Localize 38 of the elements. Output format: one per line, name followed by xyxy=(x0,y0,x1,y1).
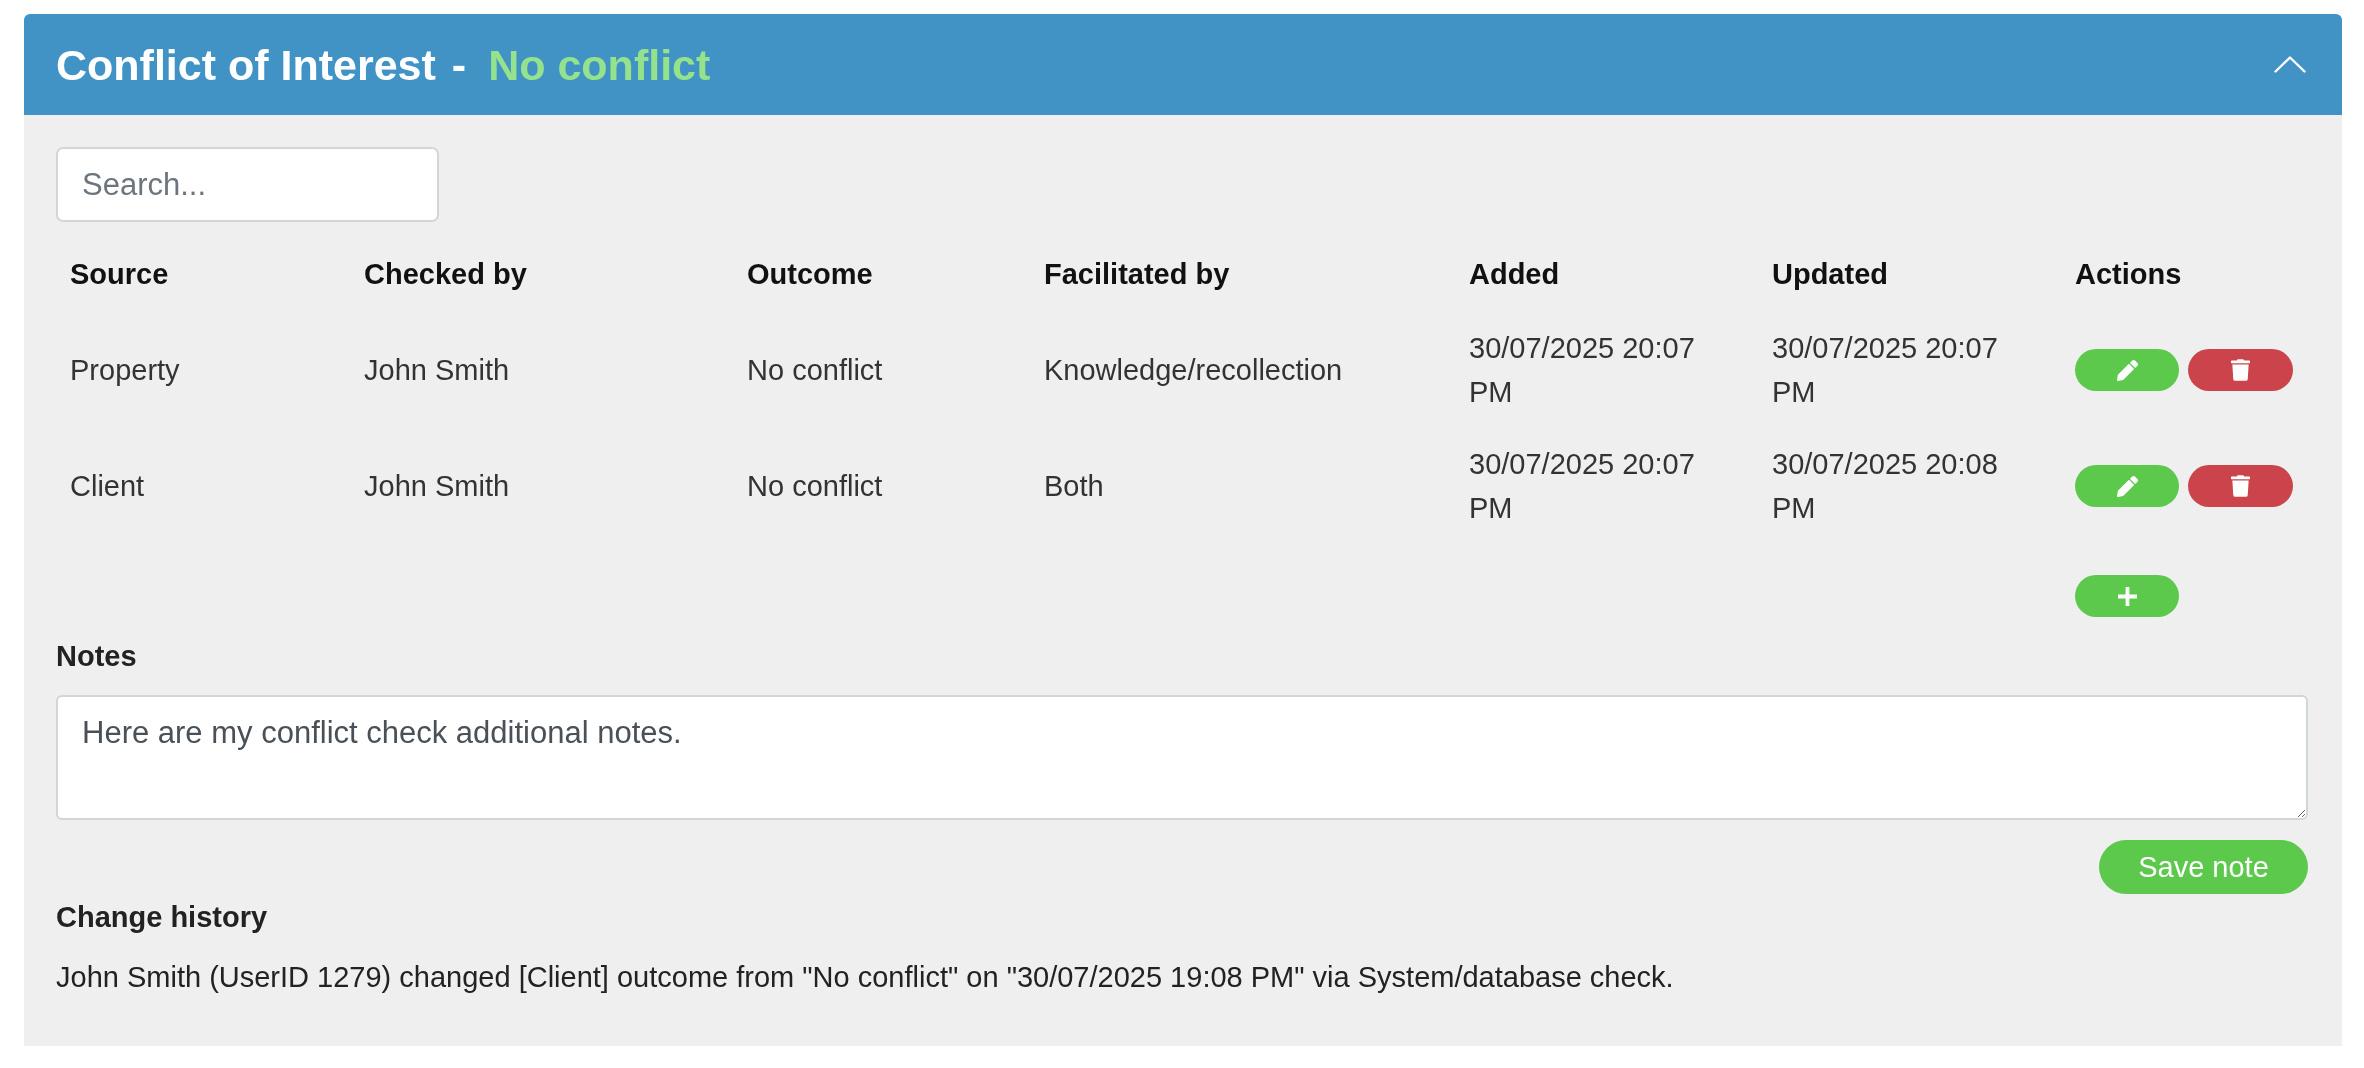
table-cell-text: Both xyxy=(1043,469,1105,504)
pencil-icon xyxy=(2116,359,2138,381)
table-cell-text: 30/07/2025 20:07 PM xyxy=(1468,331,1696,410)
column-header: Checked by xyxy=(363,257,528,292)
notes-field[interactable]: Here are my conflict check additional notes. xyxy=(56,695,2308,820)
pencil-icon xyxy=(2116,475,2138,497)
delete-button[interactable] xyxy=(2188,465,2293,507)
title-separator: - xyxy=(451,39,467,91)
table-cell-text: Knowledge/recollection xyxy=(1043,353,1344,388)
delete-button[interactable] xyxy=(2188,349,2293,391)
edit-button[interactable] xyxy=(2075,349,2179,391)
history-entry: John Smith (UserID 1279) changed [Client] outcome from "No conflict" on "30/07/2025 19:08 PM" via System/database check. xyxy=(56,960,1675,995)
column-header: Outcome xyxy=(746,257,874,292)
search-field[interactable]: Search... xyxy=(56,147,439,222)
trash-icon xyxy=(2231,359,2250,381)
table-cell-text: No conflict xyxy=(746,353,884,388)
panel-title: Conflict of Interest xyxy=(56,39,436,91)
table-cell-text: John Smith xyxy=(363,353,511,388)
table-cell-text: Property xyxy=(69,353,181,388)
edit-button[interactable] xyxy=(2075,465,2179,507)
status-text: No conflict xyxy=(488,39,711,91)
add-button[interactable] xyxy=(2075,575,2179,617)
table-cell-text: 30/07/2025 20:07 PM xyxy=(1771,331,1999,410)
column-header: Added xyxy=(1468,257,1561,292)
table-cell-text: 30/07/2025 20:08 PM xyxy=(1771,447,1999,526)
plus-icon xyxy=(2117,586,2137,606)
change-history-label: Change history xyxy=(56,900,269,935)
table-cell-text: No conflict xyxy=(746,469,884,504)
chevron-up-icon[interactable] xyxy=(2274,56,2306,73)
notes-label: Notes xyxy=(56,639,138,674)
column-header: Source xyxy=(69,257,170,292)
table-cell-text: 30/07/2025 20:07 PM xyxy=(1468,447,1696,526)
trash-icon xyxy=(2231,475,2250,497)
column-header: Updated xyxy=(1771,257,1889,292)
column-header: Actions xyxy=(2074,257,2183,292)
table-cell-text: John Smith xyxy=(363,469,511,504)
column-header: Facilitated by xyxy=(1043,257,1231,292)
table-cell-text: Client xyxy=(69,469,146,504)
